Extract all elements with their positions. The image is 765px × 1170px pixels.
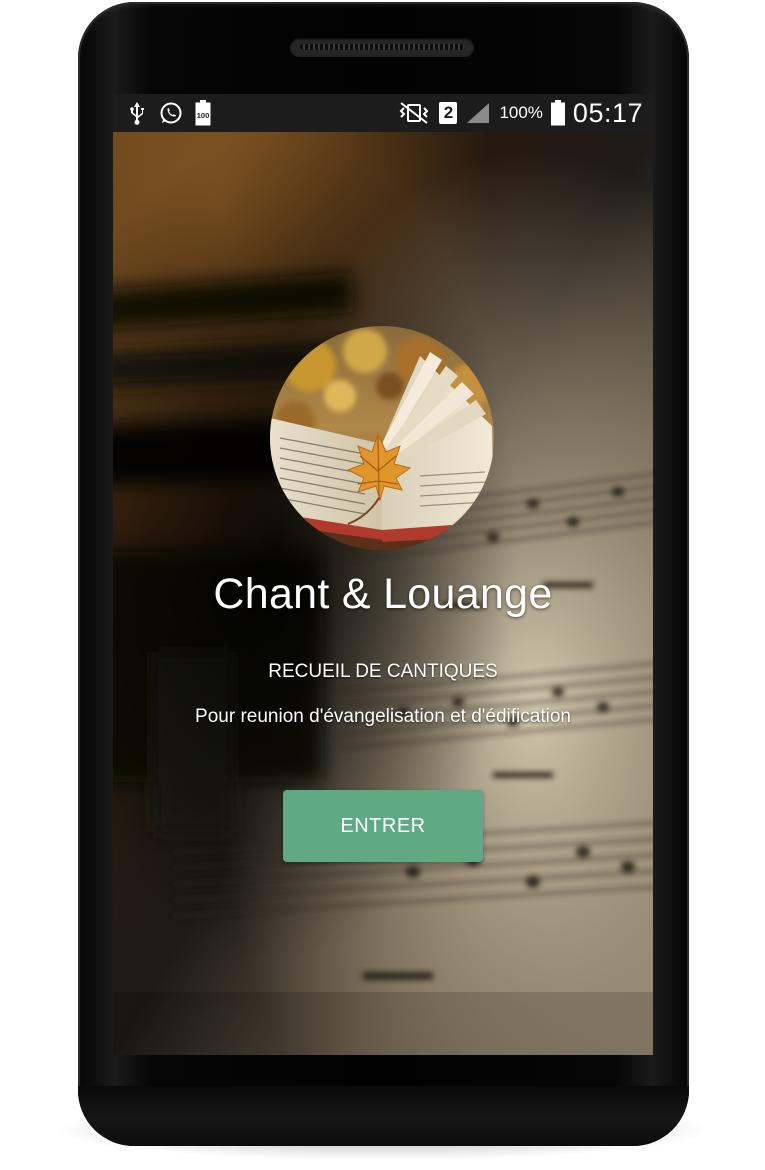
battery-icon bbox=[550, 100, 565, 126]
signal-icon bbox=[465, 101, 491, 125]
phone-screen: 100 2 100% 05:17 Chant & Louange RECUEIL… bbox=[113, 94, 653, 1055]
vibrate-icon bbox=[397, 101, 431, 125]
status-bar-left: 100 bbox=[127, 94, 211, 132]
phone-frame: 100 2 100% 05:17 Chant & Louange RECUEIL… bbox=[78, 2, 689, 1146]
phone-chin bbox=[78, 1086, 689, 1146]
battery-small-label: 100 bbox=[197, 111, 210, 120]
enter-button[interactable]: ENTRER bbox=[283, 790, 483, 862]
sim-2-icon: 2 bbox=[439, 102, 458, 124]
app-tagline: Pour reunion d'évangelisation et d'édifi… bbox=[195, 706, 571, 727]
whatsapp-icon bbox=[159, 101, 183, 125]
battery-100-icon: 100 bbox=[195, 100, 211, 126]
status-bar-right: 2 100% 05:17 bbox=[397, 94, 643, 132]
app-title: Chant & Louange bbox=[213, 570, 553, 618]
app-logo-book-image bbox=[270, 326, 494, 550]
status-bar: 100 2 100% 05:17 bbox=[113, 94, 653, 132]
device-mockup: 100 2 100% 05:17 Chant & Louange RECUEIL… bbox=[0, 0, 765, 1170]
battery-percent: 100% bbox=[499, 103, 543, 122]
app-subtitle: RECUEIL DE CANTIQUES bbox=[268, 661, 498, 682]
status-clock: 05:17 bbox=[572, 97, 643, 128]
usb-icon bbox=[127, 101, 147, 125]
earpiece-speaker bbox=[290, 38, 474, 56]
